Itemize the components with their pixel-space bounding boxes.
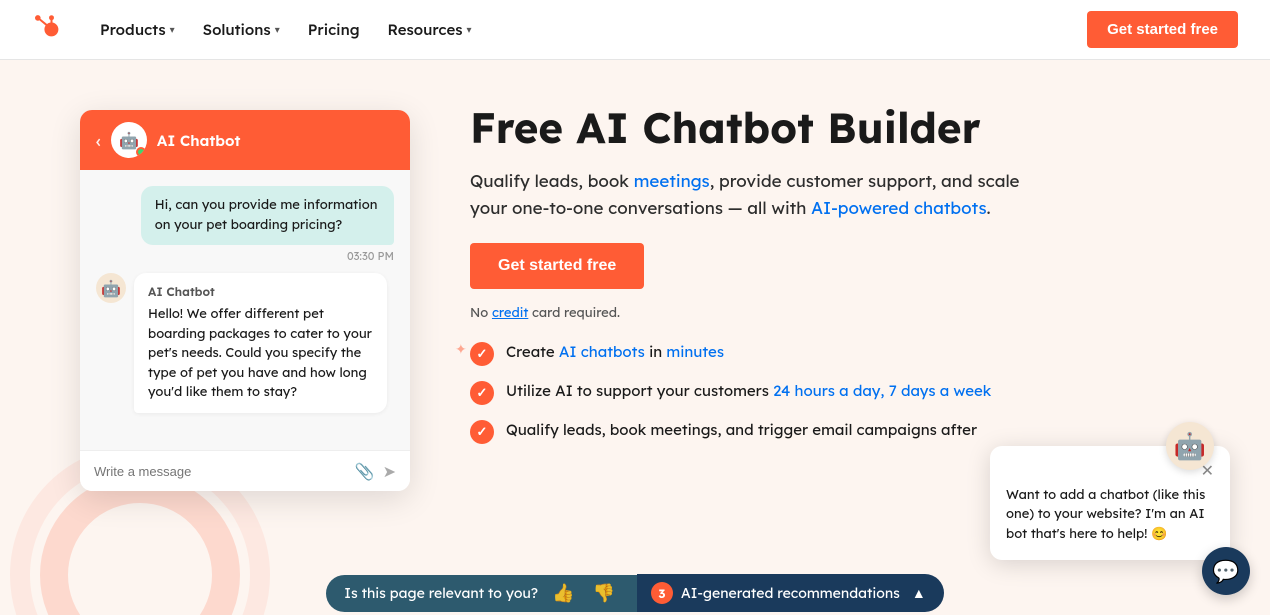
chat-title: AI Chatbot [157,131,240,150]
sparkle-icon-3: ✦ [455,340,467,358]
chat-icon-row: 📎 ➤ [355,461,396,481]
message-timestamp: 03:30 PM [96,249,394,263]
user-message-bubble: Hi, can you provide me information on yo… [141,186,394,245]
nav-products[interactable]: Products ▾ [88,12,187,47]
thumbs-down-button[interactable]: 👎 [588,583,618,604]
popup-avatar-row: 🤖 [1166,422,1214,470]
ai-count-badge: 3 [651,582,673,604]
ai-rec-label: AI-generated recommendations [681,584,900,602]
chevron-down-icon: ▾ [275,23,280,36]
online-indicator [136,147,146,157]
chat-input-field[interactable] [94,464,347,479]
relevance-label: Is this page relevant to you? [344,584,538,602]
robot-icon: 🤖 [119,130,139,150]
bot-message-row: 🤖 AI Chatbot Hello! We offer different p… [96,273,394,413]
hero-subtitle: Qualify leads, book meetings, provide cu… [470,168,1030,222]
check-icon-2: ✓ [470,381,494,405]
nav-items: Products ▾ Solutions ▾ Pricing Resources… [88,12,1087,47]
hero-section: Free AI Chatbot Builder Qualify leads, b… [470,100,1210,444]
chat-icon: 💬 [1212,557,1239,585]
chat-header: ‹ 🤖 AI Chatbot [80,110,410,170]
chatbot-popup: 🤖 ✕ Want to add a chatbot (like this one… [990,446,1230,561]
chevron-up-icon: ▲ [912,584,926,602]
chat-back-button[interactable]: ‹ [96,129,101,152]
nav-get-started-button[interactable]: Get started free [1087,11,1238,48]
hero-get-started-button[interactable]: Get started free [470,243,644,289]
popup-avatar: 🤖 [1166,422,1214,470]
nav-resources[interactable]: Resources ▾ [376,12,484,47]
attachment-icon[interactable]: 📎 [355,461,375,481]
nav-solutions[interactable]: Solutions ▾ [191,12,292,47]
meetings-highlight: meetings [634,171,710,192]
hubspot-logo[interactable] [32,12,64,48]
chat-body: Hi, can you provide me information on yo… [80,170,410,450]
check-icon-1: ✓ [470,342,494,366]
chevron-down-icon: ▾ [467,23,472,36]
chat-widget: ‹ 🤖 AI Chatbot Hi, can you provide me in… [80,110,410,491]
check-icon-3: ✓ [470,420,494,444]
credit-link[interactable]: credit [492,305,528,321]
chat-avatar: 🤖 [111,122,147,158]
no-credit-card-text: No credit card required. [470,305,1210,321]
bot-avatar: 🤖 [96,273,126,303]
hero-title: Free AI Chatbot Builder [470,104,1210,152]
feature-text-2: Utilize AI to support your customers 24 … [506,380,991,403]
nav-pricing[interactable]: Pricing [296,12,372,47]
navbar: Products ▾ Solutions ▾ Pricing Resources… [0,0,1270,60]
popup-text: Want to add a chatbot (like this one) to… [1006,486,1214,545]
features-list: ✓ Create AI chatbots in minutes ✓ Utiliz… [470,341,1210,444]
ai-recommendations-pill[interactable]: 3 AI-generated recommendations ▲ [637,574,944,612]
chevron-down-icon: ▾ [170,23,175,36]
main-content: ✦ ✦ ✦ ‹ 🤖 AI Chatbot Hi, can you provide… [0,60,1270,615]
feature-item-3: ✓ Qualify leads, book meetings, and trig… [470,419,1210,444]
send-icon[interactable]: ➤ [383,461,396,481]
relevance-pill[interactable]: Is this page relevant to you? 👍 👎 [326,575,637,612]
bot-name-label: AI Chatbot [148,283,373,301]
ai-highlight: AI-powered chatbots [811,198,987,219]
feature-text-1: Create AI chatbots in minutes [506,341,724,364]
chat-bubble-button[interactable]: 💬 [1202,547,1250,595]
thumbs-up-button[interactable]: 👍 [548,583,578,604]
chat-input-row: 📎 ➤ [80,450,410,491]
feature-item-2: ✓ Utilize AI to support your customers 2… [470,380,1210,405]
feature-item-1: ✓ Create AI chatbots in minutes [470,341,1210,366]
feature-text-3: Qualify leads, book meetings, and trigge… [506,419,977,442]
bot-robot-icon: 🤖 [101,278,121,298]
popup-robot-icon: 🤖 [1174,429,1206,462]
bot-message-bubble: AI Chatbot Hello! We offer different pet… [134,273,387,413]
